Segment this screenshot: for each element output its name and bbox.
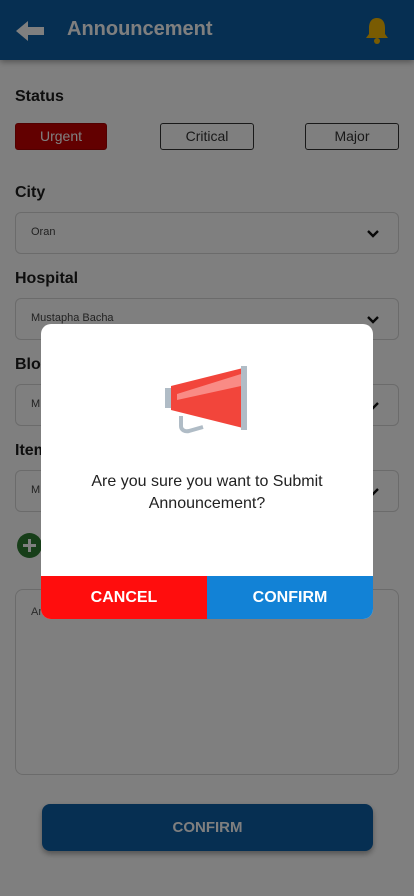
dialog-cancel-button[interactable]: CANCEL xyxy=(41,576,207,619)
dialog-confirm-button[interactable]: CONFIRM xyxy=(207,576,373,619)
megaphone-icon xyxy=(165,366,247,434)
confirm-dialog: Are you sure you want to Submit Announce… xyxy=(41,324,373,619)
dialog-message: Are you sure you want to Submit Announce… xyxy=(91,473,323,512)
